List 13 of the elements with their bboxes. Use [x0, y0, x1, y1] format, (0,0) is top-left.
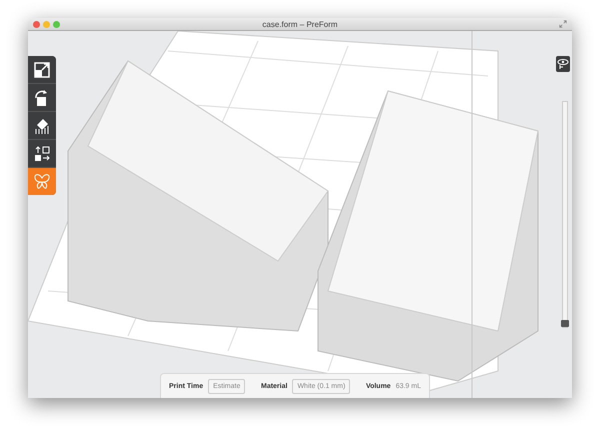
fullscreen-icon[interactable] [559, 20, 567, 28]
eraser-supports-icon [33, 116, 51, 134]
window-title: case.form – PreForm [262, 20, 338, 28]
visibility-button[interactable] [556, 56, 570, 72]
shapes-arrows-icon [33, 144, 51, 162]
tool-button[interactable] [28, 84, 56, 111]
tool-button[interactable] [28, 140, 56, 167]
tool-button[interactable] [28, 112, 56, 139]
layer-slider[interactable] [562, 101, 568, 328]
close-button[interactable] [33, 20, 40, 28]
slider-thumb[interactable] [561, 320, 569, 327]
tool-button[interactable] [28, 56, 56, 83]
butterfly-icon [33, 172, 51, 190]
